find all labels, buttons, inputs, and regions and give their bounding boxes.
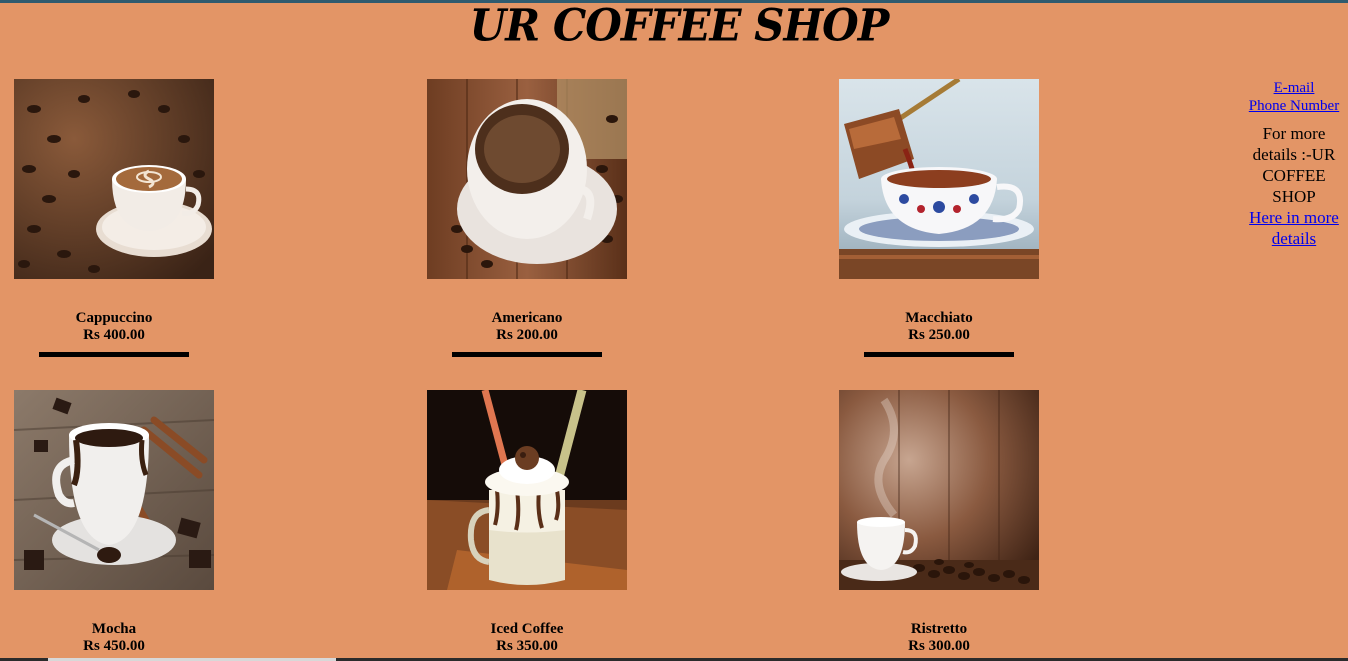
email-link[interactable]: E-mail xyxy=(1240,79,1348,97)
product-price: Rs 200.00 xyxy=(496,327,558,343)
iced-coffee-image xyxy=(427,390,627,590)
product-card: Cappuccino Rs 400.00 xyxy=(14,79,214,357)
product-card: Mocha Rs 450.00 xyxy=(14,390,214,654)
page-title: UR COFFEE SHOP xyxy=(469,0,890,52)
product-name: Ristretto xyxy=(910,621,968,637)
product-name: Mocha xyxy=(91,621,137,637)
product-price: Rs 300.00 xyxy=(908,638,970,654)
macchiato-image xyxy=(839,79,1039,279)
mocha-image xyxy=(14,390,214,590)
details-text: For more details :-UR COFFEE SHOP xyxy=(1252,124,1336,206)
divider xyxy=(864,352,1014,357)
ristretto-image xyxy=(839,390,1039,590)
product-price: Rs 400.00 xyxy=(83,327,145,343)
product-card: Ristretto Rs 300.00 xyxy=(839,390,1039,654)
contact-sidebar: E-mail Phone Number For more details :-U… xyxy=(1240,79,1348,249)
product-card: Americano Rs 200.00 xyxy=(427,79,627,357)
more-details-link[interactable]: Here in more details xyxy=(1240,207,1348,249)
divider xyxy=(452,352,602,357)
product-price: Rs 250.00 xyxy=(908,327,970,343)
product-name: Iced Coffee xyxy=(490,621,564,637)
divider xyxy=(39,352,189,357)
product-card: Macchiato Rs 250.00 xyxy=(839,79,1039,357)
product-card: Iced Coffee Rs 350.00 xyxy=(427,390,627,654)
phone-number-link[interactable]: Phone Number xyxy=(1240,97,1348,115)
product-name: Macchiato xyxy=(905,310,973,326)
product-name: Americano xyxy=(491,310,563,326)
cappuccino-image xyxy=(14,79,214,279)
product-price: Rs 350.00 xyxy=(496,638,558,654)
product-price: Rs 450.00 xyxy=(83,638,145,654)
americano-image xyxy=(427,79,627,279)
product-name: Cappuccino xyxy=(75,310,153,326)
